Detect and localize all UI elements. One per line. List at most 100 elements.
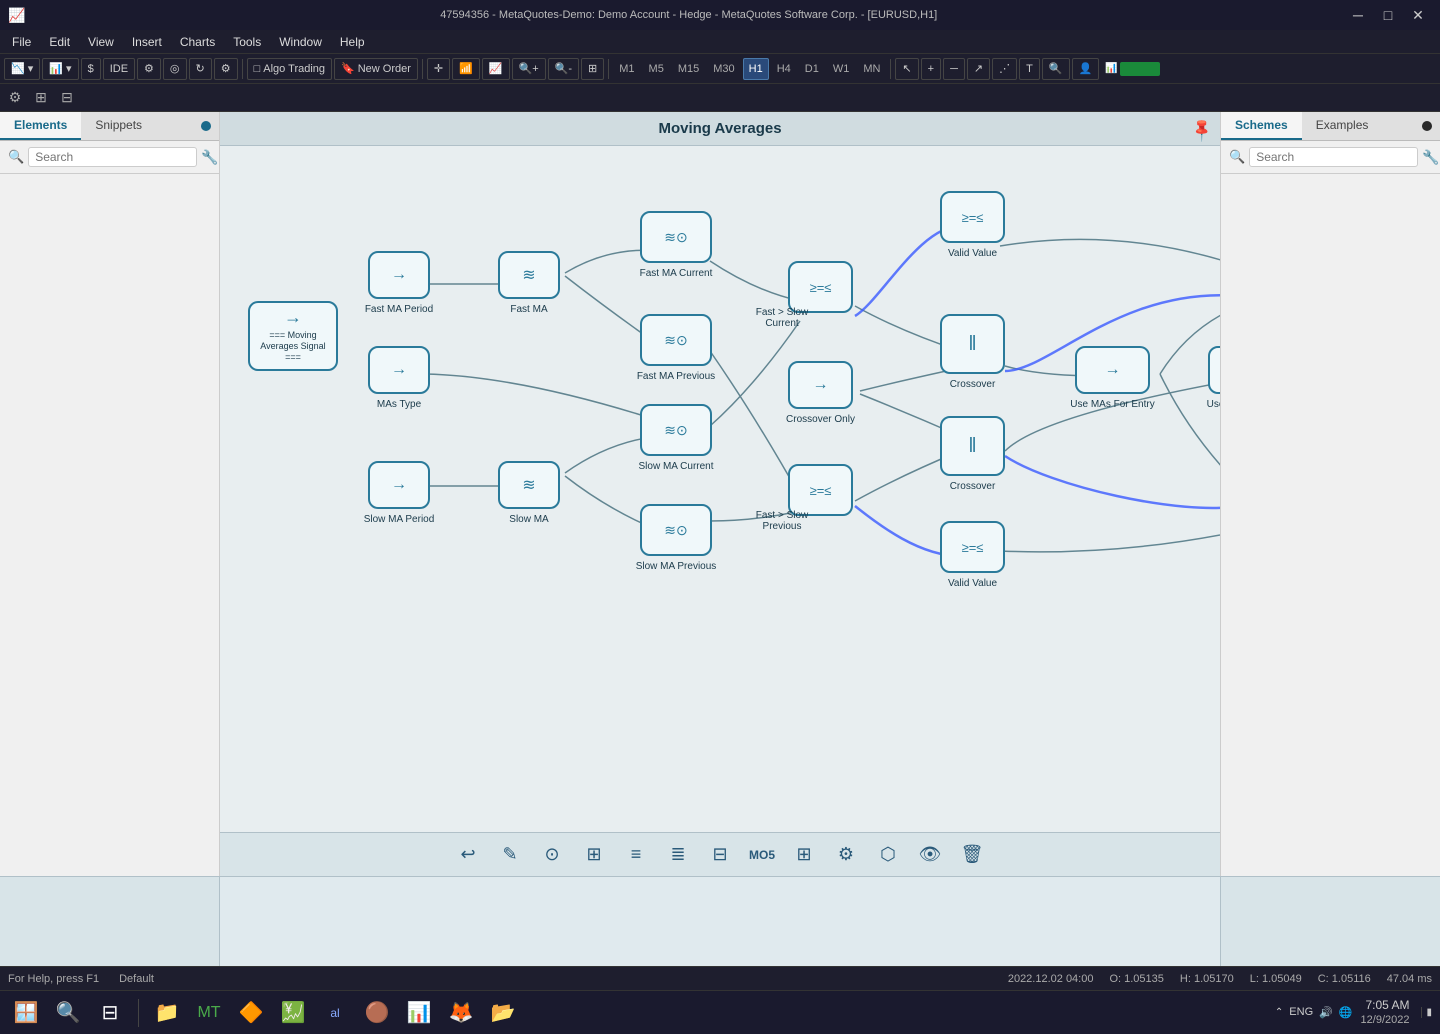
- node-fast-gt-slow-current[interactable]: ≥=≤ Fast > Slow Current: [788, 261, 853, 313]
- show-desktop-btn[interactable]: ▮: [1421, 1007, 1432, 1018]
- pin-icon[interactable]: 📌: [1188, 116, 1216, 144]
- period-m5[interactable]: M5: [643, 58, 670, 80]
- period-h1[interactable]: H1: [743, 58, 769, 80]
- hline-btn[interactable]: ─: [943, 58, 965, 80]
- network-icon[interactable]: 🌐: [1339, 1006, 1353, 1019]
- search-toolbar-btn[interactable]: 🔍: [1042, 58, 1070, 80]
- period-h4[interactable]: H4: [771, 58, 797, 80]
- diag-link-btn[interactable]: ⊙: [536, 839, 568, 871]
- search-input-right[interactable]: [1249, 147, 1418, 167]
- zoom-out-btn[interactable]: 🔍-: [548, 58, 579, 80]
- node-fast-ma-previous[interactable]: ≋⊙ Fast MA Previous: [640, 314, 712, 366]
- speaker-icon[interactable]: 🔊: [1319, 1006, 1333, 1019]
- node-fast-gt-slow-previous[interactable]: ≥=≤ Fast > Slow Previous: [788, 464, 853, 516]
- grid-btn[interactable]: ⊞: [581, 58, 604, 80]
- settings-btn[interactable]: ⚙: [214, 58, 238, 80]
- filter-icon-right[interactable]: 🔧: [1422, 149, 1439, 166]
- menu-tools[interactable]: Tools: [225, 33, 269, 51]
- node-slow-ma-period[interactable]: → Slow MA Period: [368, 461, 430, 509]
- tray-arrow[interactable]: ⌃: [1275, 1007, 1283, 1018]
- crosshair-btn[interactable]: ✛: [427, 58, 450, 80]
- diag-edit-btn[interactable]: ✎: [494, 839, 526, 871]
- settings2-icon[interactable]: ⚙: [4, 87, 26, 109]
- period-mn[interactable]: MN: [857, 58, 886, 80]
- diag-delete-btn[interactable]: 🗑: [956, 839, 988, 871]
- menu-edit[interactable]: Edit: [41, 33, 78, 51]
- profile-btn[interactable]: 👤: [1072, 58, 1100, 80]
- node-fast-ma-current[interactable]: ≋⊙ Fast MA Current: [640, 211, 712, 263]
- period-w1[interactable]: W1: [827, 58, 856, 80]
- alpari-btn[interactable]: al: [317, 995, 353, 1031]
- period-m1[interactable]: M1: [613, 58, 640, 80]
- metatrader-btn[interactable]: MT: [191, 995, 227, 1031]
- indicator-btn[interactable]: ◎: [163, 58, 187, 80]
- currency-btn[interactable]: $: [81, 58, 101, 80]
- zoom-in-btn[interactable]: 🔍+: [512, 58, 546, 80]
- node-ma-signal[interactable]: → === MovingAverages Signal===: [248, 301, 338, 371]
- folder-btn[interactable]: 📂: [485, 995, 521, 1031]
- node-fast-ma-period[interactable]: → Fast MA Period: [368, 251, 430, 299]
- diag-grid2-btn[interactable]: ⊟: [704, 839, 736, 871]
- taskview-btn[interactable]: ⊟: [92, 995, 128, 1031]
- diagram-body[interactable]: → === MovingAverages Signal=== → Fast MA…: [220, 146, 1220, 832]
- new-order-btn[interactable]: 🔖 New Order: [334, 58, 418, 80]
- menu-charts[interactable]: Charts: [172, 33, 223, 51]
- diag-undo-btn[interactable]: ↩: [452, 839, 484, 871]
- ide-btn[interactable]: IDE: [103, 58, 135, 80]
- node-slow-ma-current[interactable]: ≋⊙ Slow MA Current: [640, 404, 712, 456]
- menu-insert[interactable]: Insert: [124, 33, 170, 51]
- search-input-left[interactable]: [28, 147, 197, 167]
- node-mas-type[interactable]: → MAs Type: [368, 346, 430, 394]
- trend-btn[interactable]: ↗: [967, 58, 990, 80]
- files-btn[interactable]: 📁: [149, 995, 185, 1031]
- regression-btn[interactable]: ⋰: [992, 58, 1017, 80]
- diag-node-btn[interactable]: ⊞: [578, 839, 610, 871]
- node-valid-value-bottom[interactable]: ≥=≤ Valid Value: [940, 521, 1005, 573]
- node-crossover-only[interactable]: → Crossover Only: [788, 361, 853, 409]
- app3-btn[interactable]: 💹: [275, 995, 311, 1031]
- diag-settings-btn[interactable]: ⚙: [830, 839, 862, 871]
- app4-btn[interactable]: 🟤: [359, 995, 395, 1031]
- app5-btn[interactable]: 📊: [401, 995, 437, 1031]
- diag-mo5-btn[interactable]: MO5: [746, 839, 778, 871]
- timeframe-dropdown[interactable]: 📊 ▾: [42, 58, 78, 80]
- menu-view[interactable]: View: [80, 33, 122, 51]
- node-slow-ma-previous[interactable]: ≋⊙ Slow MA Previous: [640, 504, 712, 556]
- node-valid-value-top[interactable]: ≥=≤ Valid Value: [940, 191, 1005, 243]
- node-use-mas-entry[interactable]: → Use MAs For Entry: [1075, 346, 1150, 394]
- tab-snippets[interactable]: Snippets: [81, 112, 156, 140]
- diag-table-btn[interactable]: ⊞: [788, 839, 820, 871]
- lang-indicator[interactable]: ENG: [1289, 1006, 1313, 1018]
- select-btn[interactable]: ↖: [895, 58, 918, 80]
- firefox-btn[interactable]: 🦊: [443, 995, 479, 1031]
- maximize-button[interactable]: □: [1374, 1, 1402, 29]
- crosshair2-btn[interactable]: +: [921, 58, 941, 80]
- diag-eye-btn[interactable]: 👁: [914, 839, 946, 871]
- chart-type-dropdown[interactable]: 📉 ▾: [4, 58, 40, 80]
- period-m15[interactable]: M15: [672, 58, 705, 80]
- period-d1[interactable]: D1: [799, 58, 825, 80]
- tab-examples[interactable]: Examples: [1302, 112, 1383, 140]
- node-crossover-top[interactable]: ‖ Crossover: [940, 314, 1005, 374]
- period-m30[interactable]: M30: [707, 58, 740, 80]
- windows-start-btn[interactable]: 🪟: [8, 995, 44, 1031]
- text-btn[interactable]: T: [1019, 58, 1040, 80]
- zoom-btn[interactable]: 📶: [452, 58, 480, 80]
- node-fast-ma[interactable]: ≋ Fast MA: [498, 251, 560, 299]
- diag-hexagon-btn[interactable]: ⬡: [872, 839, 904, 871]
- app2-btn[interactable]: 🔶: [233, 995, 269, 1031]
- tab-schemes[interactable]: Schemes: [1221, 112, 1302, 140]
- node-use-mas-exit[interactable]: → Use MAs For Exit: [1208, 346, 1220, 394]
- node-slow-ma[interactable]: ≋ Slow MA: [498, 461, 560, 509]
- chart-btn[interactable]: 📈: [482, 58, 510, 80]
- layout-icon[interactable]: ⊞: [30, 87, 52, 109]
- grid2-icon[interactable]: ⊟: [56, 87, 78, 109]
- search-taskbar-btn[interactable]: 🔍: [50, 995, 86, 1031]
- minimize-button[interactable]: ─: [1344, 1, 1372, 29]
- tab-elements[interactable]: Elements: [0, 112, 81, 140]
- menu-file[interactable]: File: [4, 33, 39, 51]
- algo-trading-btn[interactable]: □ Algo Trading: [247, 58, 332, 80]
- menu-help[interactable]: Help: [332, 33, 373, 51]
- diag-align-center-btn[interactable]: ≣: [662, 839, 694, 871]
- compile-btn[interactable]: ⚙: [137, 58, 161, 80]
